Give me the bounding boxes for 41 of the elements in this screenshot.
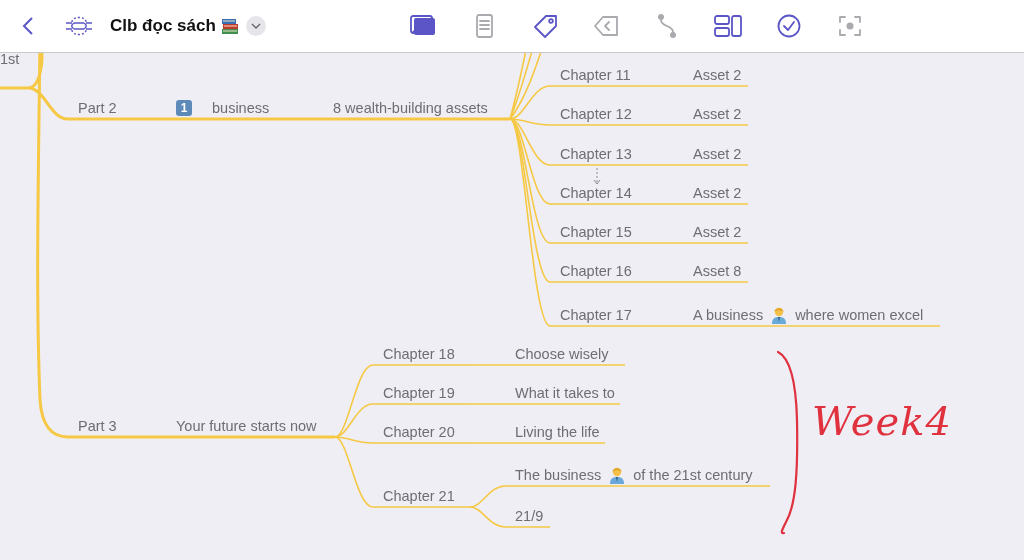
- mindmap-node[interactable]: Part 3: [78, 417, 117, 435]
- mindmap-node[interactable]: Chapter 15: [560, 223, 632, 241]
- mindmap-node[interactable]: Chapter 11: [560, 66, 631, 84]
- mindmap-node[interactable]: Asset 2: [693, 184, 742, 202]
- mindmap-icon[interactable]: [64, 14, 94, 38]
- mindmap-node[interactable]: Chapter 18: [383, 345, 455, 363]
- mindmap-node[interactable]: Chapter 17: [560, 306, 632, 324]
- layout-icon[interactable]: [713, 12, 743, 40]
- mindmap-node[interactable]: 1st: [0, 50, 20, 68]
- mindmap-node[interactable]: Asset 2: [693, 223, 742, 241]
- mindmap-node[interactable]: Part 2: [78, 99, 117, 117]
- mindmap-node[interactable]: Living the life: [515, 423, 600, 441]
- handwritten-note: Week4: [812, 398, 952, 444]
- mindmap-node[interactable]: Chapter 16: [560, 262, 632, 280]
- chevron-icon: [250, 23, 261, 29]
- mindmap-node[interactable]: Chapter 13: [560, 145, 632, 163]
- mindmap-node[interactable]: The business: [515, 466, 602, 484]
- mindmap-node[interactable]: Asset 2: [693, 66, 742, 84]
- mindmap-node[interactable]: Choose wisely: [515, 345, 609, 363]
- mindmap-node[interactable]: Chapter 19: [383, 384, 455, 402]
- mindmap-node[interactable]: 8 wealth-building assets: [333, 99, 488, 117]
- mindmap-node[interactable]: Your future starts now: [176, 417, 317, 435]
- mindmap-node[interactable]: A business: [693, 306, 764, 324]
- back-icon[interactable]: [22, 16, 34, 36]
- relation-arrow: [593, 167, 601, 185]
- document-title[interactable]: Clb đọc sách: [110, 16, 216, 36]
- mindmap-node[interactable]: Chapter 20: [383, 423, 455, 441]
- books-icon: [219, 17, 240, 35]
- mindmap-node[interactable]: Asset 2: [693, 105, 742, 123]
- mindmap-node[interactable]: What it takes to: [515, 384, 615, 402]
- mindmap-node[interactable]: business: [212, 99, 270, 117]
- mindmap-node[interactable]: Asset 2: [693, 145, 742, 163]
- mindmap-node[interactable]: Chapter 21: [383, 487, 455, 505]
- mindmap-node[interactable]: of the 21st century: [633, 466, 753, 484]
- mindmap-node[interactable]: Chapter 12: [560, 105, 632, 123]
- mindmap-node[interactable]: where women excel: [795, 306, 924, 324]
- title-dropdown-button[interactable]: [245, 16, 266, 36]
- mindmap-node[interactable]: Chapter 14: [560, 184, 632, 202]
- number-badge: 1: [176, 100, 192, 116]
- mindmap-node[interactable]: 21/9: [515, 507, 544, 525]
- mindmap-node[interactable]: Asset 8: [693, 262, 742, 280]
